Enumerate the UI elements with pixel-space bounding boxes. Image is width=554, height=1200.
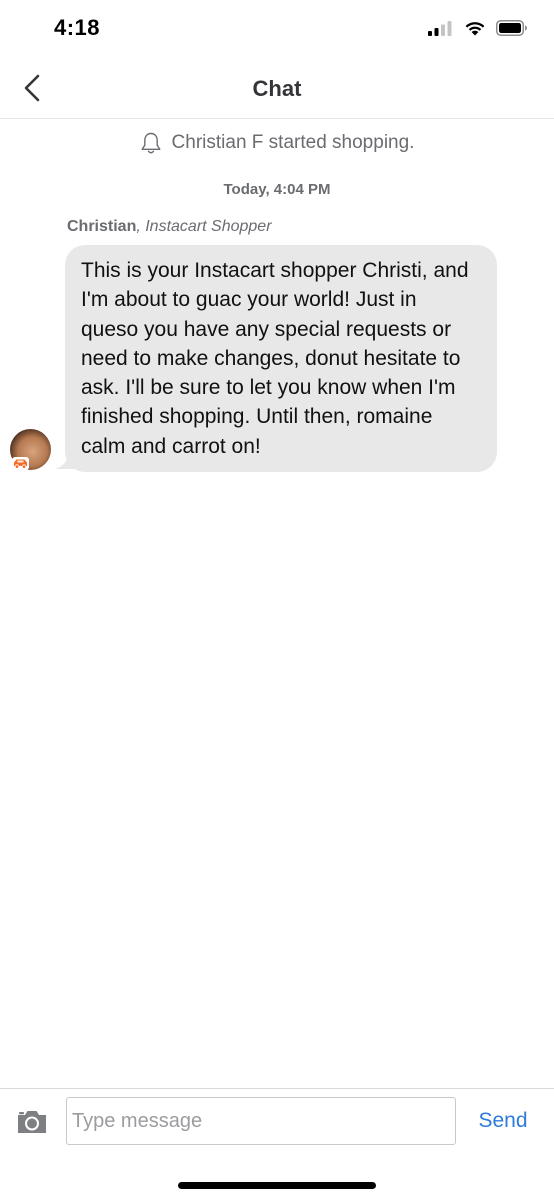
cellular-signal-icon xyxy=(428,21,452,36)
nav-bar: Chat xyxy=(0,60,554,119)
status-time: 4:18 xyxy=(54,15,101,40)
status-icons xyxy=(428,20,528,36)
message-input[interactable] xyxy=(66,1097,456,1145)
composer-divider xyxy=(0,1088,554,1089)
home-indicator[interactable] xyxy=(178,1182,376,1189)
send-button[interactable]: Send xyxy=(468,1109,538,1133)
camera-icon xyxy=(18,1111,46,1133)
wifi-icon xyxy=(465,22,485,36)
shopper-avatar[interactable] xyxy=(10,429,51,470)
system-notice: Christian F started shopping. xyxy=(0,131,554,155)
battery-icon xyxy=(496,20,527,36)
camera-button[interactable] xyxy=(16,1108,48,1136)
sender-role: Instacart Shopper xyxy=(145,218,272,235)
message-bubble: This is your Instacart shopper Christi, … xyxy=(65,245,497,473)
page-title: Chat xyxy=(252,76,302,101)
sender-separator: , xyxy=(136,218,146,235)
delivery-car-icon xyxy=(12,457,29,470)
bell-icon xyxy=(141,132,161,154)
message-text: This is your Instacart shopper Christi, … xyxy=(81,259,469,458)
status-bar: 4:18 xyxy=(0,0,554,60)
message-timestamp: Today, 4:04 PM xyxy=(223,181,331,198)
sender-line: Christian, Instacart Shopper xyxy=(67,218,272,236)
system-notice-text: Christian F started shopping. xyxy=(171,132,415,153)
sender-name: Christian xyxy=(67,218,137,235)
